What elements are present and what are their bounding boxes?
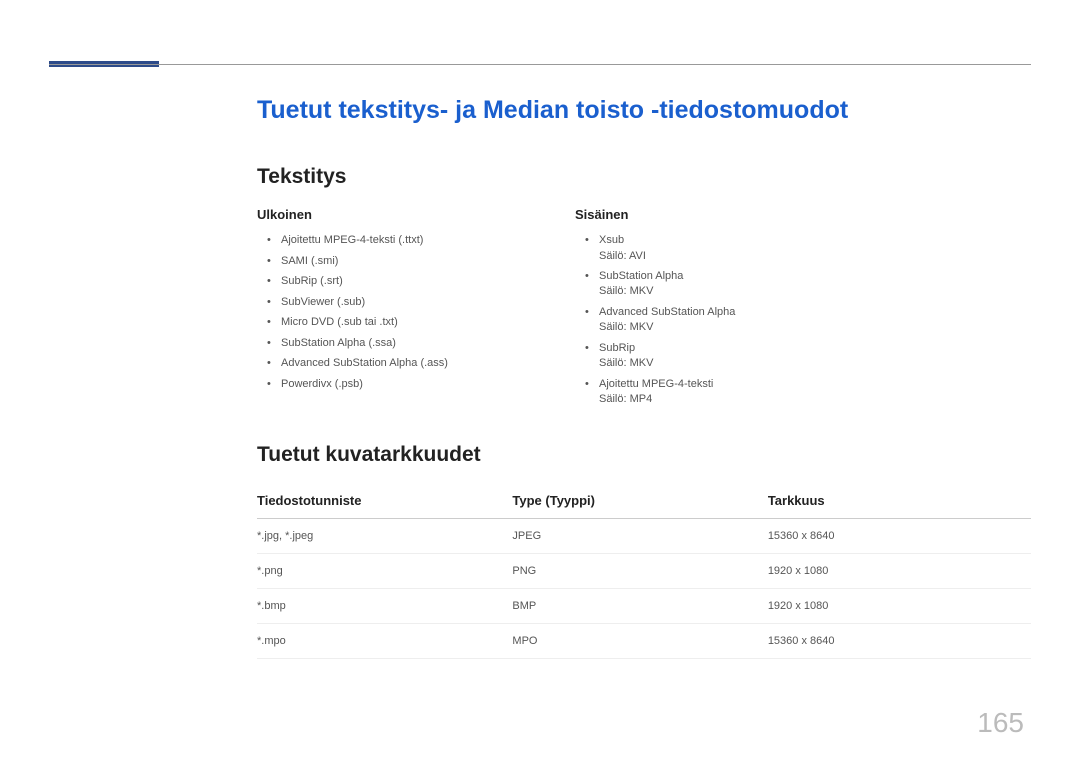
external-column: Ulkoinen Ajoitettu MPEG-4-teksti (.ttxt)…: [257, 207, 547, 411]
table-row: *.bmp BMP 1920 x 1080: [257, 589, 1031, 624]
list-item: SubViewer (.sub): [271, 294, 547, 311]
cell-type: PNG: [512, 554, 767, 589]
cell-ext: *.bmp: [257, 589, 512, 624]
item-name: Xsub: [599, 234, 624, 246]
cell-ext: *.jpg, *.jpeg: [257, 519, 512, 554]
table-row: *.jpg, *.jpeg JPEG 15360 x 8640: [257, 519, 1031, 554]
list-item: SAMI (.smi): [271, 253, 547, 270]
table-header-row: Tiedostotunniste Type (Tyyppi) Tarkkuus: [257, 485, 1031, 519]
list-item: Micro DVD (.sub tai .txt): [271, 314, 547, 331]
item-container: Säilö: AVI: [599, 249, 865, 264]
header-rule: [49, 64, 1031, 65]
col-header-res: Tarkkuus: [768, 485, 1031, 519]
item-container: Säilö: MKV: [599, 356, 865, 371]
list-item: Ajoitettu MPEG-4-teksti Säilö: MP4: [589, 376, 865, 408]
page-content: Tuetut tekstitys- ja Median toisto -tied…: [257, 96, 1031, 659]
resolution-table: Tiedostotunniste Type (Tyyppi) Tarkkuus …: [257, 485, 1031, 659]
item-name: Advanced SubStation Alpha: [599, 306, 735, 318]
cell-res: 1920 x 1080: [768, 589, 1031, 624]
item-name: Ajoitettu MPEG-4-teksti: [599, 378, 713, 390]
list-item: SubStation Alpha (.ssa): [271, 335, 547, 352]
internal-column: Sisäinen Xsub Säilö: AVI SubStation Alph…: [575, 207, 865, 411]
list-item: Advanced SubStation Alpha (.ass): [271, 355, 547, 372]
cell-type: BMP: [512, 589, 767, 624]
cell-res: 15360 x 8640: [768, 519, 1031, 554]
section-subtitle-title: Tekstitys: [257, 165, 1031, 189]
external-header: Ulkoinen: [257, 207, 547, 222]
item-container: Säilö: MP4: [599, 392, 865, 407]
page-number: 165: [977, 707, 1024, 739]
page-title: Tuetut tekstitys- ja Median toisto -tied…: [257, 96, 1031, 125]
table-row: *.mpo MPO 15360 x 8640: [257, 624, 1031, 659]
cell-res: 15360 x 8640: [768, 624, 1031, 659]
list-item: SubStation Alpha Säilö: MKV: [589, 268, 865, 300]
list-item: SubRip Säilö: MKV: [589, 340, 865, 372]
cell-type: MPO: [512, 624, 767, 659]
cell-type: JPEG: [512, 519, 767, 554]
list-item: Xsub Säilö: AVI: [589, 232, 865, 264]
list-item: Powerdivx (.psb): [271, 376, 547, 393]
item-container: Säilö: MKV: [599, 284, 865, 299]
subtitle-columns: Ulkoinen Ajoitettu MPEG-4-teksti (.ttxt)…: [257, 207, 1031, 411]
item-name: SubRip: [599, 342, 635, 354]
col-header-ext: Tiedostotunniste: [257, 485, 512, 519]
list-item: Ajoitettu MPEG-4-teksti (.ttxt): [271, 232, 547, 249]
table-row: *.png PNG 1920 x 1080: [257, 554, 1031, 589]
internal-header: Sisäinen: [575, 207, 865, 222]
external-list: Ajoitettu MPEG-4-teksti (.ttxt) SAMI (.s…: [257, 232, 547, 392]
cell-res: 1920 x 1080: [768, 554, 1031, 589]
item-name: SubStation Alpha: [599, 270, 683, 282]
list-item: SubRip (.srt): [271, 273, 547, 290]
list-item: Advanced SubStation Alpha Säilö: MKV: [589, 304, 865, 336]
internal-list: Xsub Säilö: AVI SubStation Alpha Säilö: …: [575, 232, 865, 407]
item-container: Säilö: MKV: [599, 320, 865, 335]
cell-ext: *.mpo: [257, 624, 512, 659]
section-resolution-title: Tuetut kuvatarkkuudet: [257, 443, 1031, 467]
col-header-type: Type (Tyyppi): [512, 485, 767, 519]
cell-ext: *.png: [257, 554, 512, 589]
